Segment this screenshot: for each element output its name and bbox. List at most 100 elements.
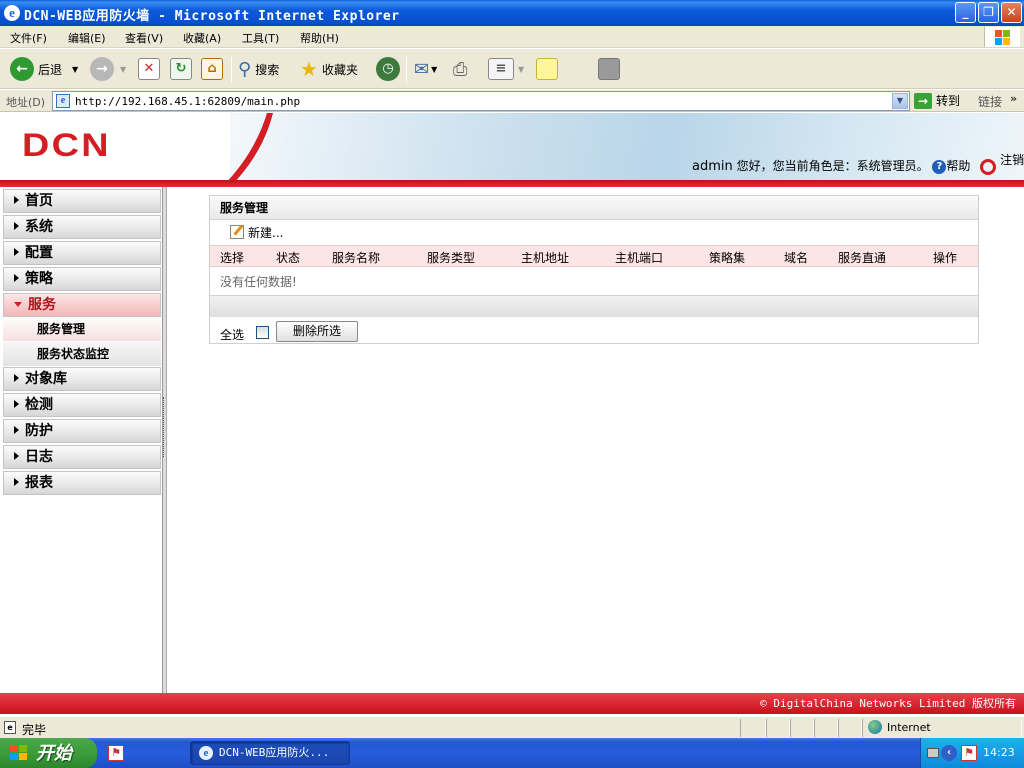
tray-app-icon[interactable]: ⚑ bbox=[961, 745, 977, 761]
pagination-bar bbox=[210, 295, 978, 317]
menu-favorites[interactable]: 收藏(A) bbox=[183, 30, 221, 46]
status-cell bbox=[838, 719, 862, 737]
page-header: DCN admin 您好，您当前角色是：系统管理员。 ? 帮助 注销 bbox=[0, 113, 1024, 186]
nav-label: 策略 bbox=[25, 271, 53, 287]
messenger-button[interactable] bbox=[598, 55, 620, 83]
go-label: 转到 bbox=[936, 94, 961, 108]
help-icon[interactable]: ? bbox=[932, 159, 947, 174]
nav-label: 服务 bbox=[28, 297, 56, 313]
new-service-link[interactable]: 新建... bbox=[210, 221, 978, 245]
back-dropdown-icon[interactable]: ▼ bbox=[72, 65, 78, 74]
header-divider bbox=[0, 180, 1024, 187]
nav-detection[interactable]: 检测 bbox=[3, 393, 161, 417]
nav-config[interactable]: 配置 bbox=[3, 241, 161, 265]
search-label: 搜索 bbox=[255, 62, 280, 77]
menu-edit[interactable]: 编辑(E) bbox=[68, 30, 106, 46]
panel-title: 服务管理 bbox=[210, 196, 978, 220]
collapsed-arrow-icon bbox=[14, 248, 19, 256]
go-button[interactable]: → 转到 bbox=[914, 92, 960, 109]
refresh-icon: ↻ bbox=[170, 58, 192, 80]
col-policy-set: 策略集 bbox=[709, 251, 746, 265]
col-status: 状态 bbox=[276, 251, 301, 265]
forward-dropdown-icon[interactable]: ▼ bbox=[120, 65, 126, 74]
collapsed-arrow-icon bbox=[14, 274, 19, 282]
mail-icon: ✉ bbox=[414, 58, 430, 80]
taskbar-ie-window[interactable]: e DCN-WEB应用防火... bbox=[190, 741, 350, 765]
select-all-checkbox[interactable] bbox=[256, 326, 269, 339]
favorites-button[interactable]: ★ 收藏夹 bbox=[300, 55, 358, 83]
nav-policy[interactable]: 策略 bbox=[3, 267, 161, 291]
status-cell bbox=[790, 719, 814, 737]
help-link[interactable]: 帮助 bbox=[946, 159, 970, 173]
nav-service[interactable]: 服务 bbox=[3, 293, 161, 317]
nav-service-monitor[interactable]: 服务状态监控 bbox=[3, 342, 161, 366]
service-management-panel: 服务管理 新建... 选择 状态 服务名称 服务类型 主机地址 主机端口 策略集… bbox=[209, 195, 979, 344]
role-greeting: 您好，您当前角色是：系统管理员。 bbox=[736, 159, 929, 173]
minimize-button[interactable]: _ bbox=[955, 2, 976, 23]
search-icon: ⚲ bbox=[238, 58, 252, 80]
address-dropdown-icon[interactable]: ▼ bbox=[892, 93, 908, 109]
internet-globe-icon bbox=[868, 720, 882, 734]
forward-button[interactable]: → ▼ bbox=[90, 55, 126, 83]
nav-reports[interactable]: 报表 bbox=[3, 471, 161, 495]
close-button[interactable]: ✕ bbox=[1001, 2, 1022, 23]
menu-help[interactable]: 帮助(H) bbox=[300, 30, 339, 46]
nav-label: 报表 bbox=[25, 475, 53, 491]
window-title-bar[interactable]: e DCN-WEB应用防火墙 - Microsoft Internet Expl… bbox=[0, 0, 1024, 26]
splitter-grip-icon[interactable] bbox=[163, 397, 166, 457]
address-input[interactable]: e http://192.168.45.1:62809/main.php ▼ bbox=[52, 91, 910, 111]
col-host-address: 主机地址 bbox=[521, 251, 570, 265]
collapsed-arrow-icon bbox=[14, 374, 19, 382]
menu-view[interactable]: 查看(V) bbox=[125, 30, 163, 46]
back-label: 后退 bbox=[38, 62, 63, 77]
security-zone[interactable]: Internet bbox=[868, 720, 931, 734]
nav-label: 日志 bbox=[25, 449, 53, 465]
start-button[interactable]: 开始 bbox=[0, 738, 97, 768]
menu-file[interactable]: 文件(F) bbox=[10, 30, 47, 46]
status-text: 完毕 bbox=[22, 723, 47, 737]
col-select: 选择 bbox=[220, 251, 245, 265]
print-button[interactable]: ⎙ bbox=[453, 55, 467, 83]
nav-object-library[interactable]: 对象库 bbox=[3, 367, 161, 391]
menu-tools[interactable]: 工具(T) bbox=[242, 30, 279, 46]
maximize-button[interactable]: ❐ bbox=[978, 2, 999, 23]
nav-protection[interactable]: 防护 bbox=[3, 419, 161, 443]
edit-button[interactable]: ≡ ▼ bbox=[488, 55, 524, 83]
logout-link[interactable]: 注销 bbox=[1000, 153, 1024, 167]
home-icon: ⌂ bbox=[201, 58, 223, 80]
window-title: DCN-WEB应用防火墙 - Microsoft Internet Explor… bbox=[24, 9, 400, 24]
edit-dropdown-icon[interactable]: ▼ bbox=[518, 65, 524, 74]
col-service-name: 服务名称 bbox=[332, 251, 381, 265]
menu-bar: 文件(F) 编辑(E) 查看(V) 收藏(A) 工具(T) 帮助(H) bbox=[0, 26, 1024, 48]
mail-dropdown-icon[interactable]: ▼ bbox=[431, 65, 437, 74]
clock[interactable]: 14:23 bbox=[983, 746, 1015, 759]
nav-service-management[interactable]: 服务管理 bbox=[3, 317, 161, 341]
links-button[interactable]: 链接 bbox=[978, 93, 1002, 110]
nav-system[interactable]: 系统 bbox=[3, 215, 161, 239]
tray-expand-icon[interactable]: ‹ bbox=[941, 745, 957, 761]
history-button[interactable]: ◷ bbox=[376, 55, 400, 83]
refresh-button[interactable]: ↻ bbox=[170, 55, 192, 83]
taskbar: 开始 ⚑ e DCN-WEB应用防火... ‹ ⚑ 14:23 bbox=[0, 738, 1024, 768]
quicklaunch-app-icon[interactable]: ⚑ bbox=[108, 745, 124, 761]
zone-label: Internet bbox=[887, 720, 931, 734]
discuss-button[interactable] bbox=[536, 55, 558, 83]
go-arrow-icon: → bbox=[914, 92, 932, 109]
favorites-label: 收藏夹 bbox=[321, 62, 358, 77]
home-button[interactable]: ⌂ bbox=[201, 55, 223, 83]
username: admin bbox=[692, 159, 733, 174]
table-header: 选择 状态 服务名称 服务类型 主机地址 主机端口 策略集 域名 服务直通 操作 bbox=[210, 245, 978, 267]
nav-logs[interactable]: 日志 bbox=[3, 445, 161, 469]
keyboard-tray-icon[interactable] bbox=[927, 748, 939, 758]
new-label: 新建... bbox=[248, 226, 284, 240]
back-button[interactable]: ← 后退 ▼ bbox=[10, 55, 78, 83]
delete-selected-button[interactable]: 删除所选 bbox=[276, 321, 358, 342]
logout-key-icon[interactable] bbox=[980, 158, 997, 175]
nav-home[interactable]: 首页 bbox=[3, 189, 161, 213]
links-chevron-icon[interactable]: » bbox=[1010, 92, 1017, 105]
search-button[interactable]: ⚲ 搜索 bbox=[238, 55, 279, 83]
mail-button[interactable]: ✉ ▼ bbox=[414, 55, 437, 83]
page-done-icon: e bbox=[4, 721, 16, 734]
stop-button[interactable]: ✕ bbox=[138, 55, 160, 83]
sidebar-splitter[interactable] bbox=[162, 187, 167, 693]
